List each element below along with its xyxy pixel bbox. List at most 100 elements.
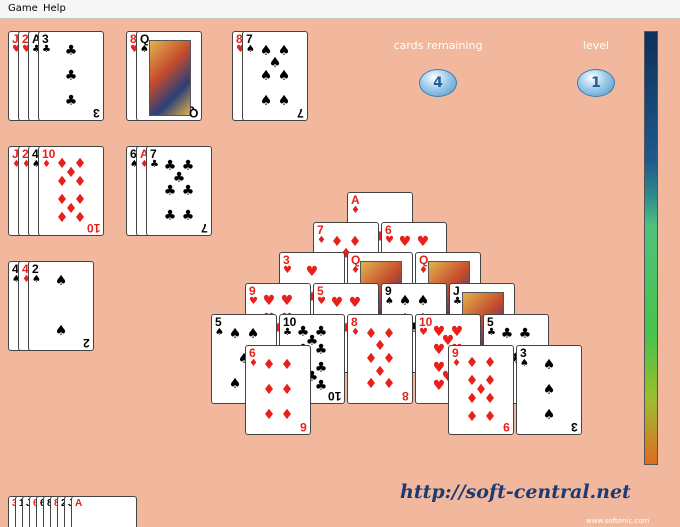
suit-pip: ♣ (314, 378, 328, 395)
suit-pip: ♣ (500, 325, 514, 342)
card-rank-corner: 3 (571, 420, 578, 434)
card-suit: ♦ (351, 205, 360, 216)
card-suit: ♠ (520, 358, 529, 369)
suit-pip: ♣ (314, 341, 328, 358)
level-label: level (582, 39, 610, 52)
card-pips: ♦ ♦ ♦ ♦ ♦ ♦ ♦ ♦ (362, 323, 398, 395)
card-rank-corner: 7 (201, 221, 208, 235)
menu-bar: Game Help (0, 0, 680, 19)
stack-top-card[interactable]: 7 ♠ ♠ ♠ ♠ ♠ ♠ ♠ ♠ 7 (242, 31, 308, 121)
card-pips: ♠ ♠ ♠ (531, 354, 567, 426)
card-rank-corner: 7 (297, 106, 304, 120)
card-rank-corner: 10 (327, 389, 341, 403)
card-suit: ♦ (42, 159, 51, 170)
stack-top-card[interactable]: 10 ♦ ♦ ♦ ♦ ♦ ♦ ♦ ♦ ♦ ♦ ♦ 10 (38, 146, 104, 236)
suit-pip: ♣ (64, 93, 78, 110)
stack-top-card[interactable]: Q ♠ Q (136, 31, 202, 121)
card-pips: ♦ ♦ ♦ ♦ ♦ ♦ ♦ ♦ ♦ ♦ (53, 155, 89, 227)
suit-pip: ♥ (416, 233, 430, 250)
card-suit: ♣ (487, 327, 496, 338)
card-pips: ♣ ♣ ♣ ♣ ♣ ♣ ♣ (161, 155, 197, 227)
cards-remaining-counter: 4 (419, 69, 457, 97)
card-suit: ♦ (249, 358, 258, 369)
suit-pip: ♦ (465, 391, 479, 408)
time-meter (644, 31, 658, 465)
card-rank-corner: 9 (503, 420, 510, 434)
suit-pip: ♦ (465, 354, 479, 371)
suit-pip: ♦ (262, 356, 276, 373)
card-suit: ♠ (246, 44, 255, 55)
card-rank: A (75, 498, 83, 509)
suit-pip: ♦ (483, 354, 497, 371)
suit-pip: ♣ (181, 183, 195, 199)
suit-pip: ♦ (73, 210, 87, 227)
suit-pip: ♠ (246, 325, 260, 342)
pyramid-card[interactable]: 6 ♦ ♦ ♦ ♦ ♦ ♦ ♦ 6 (245, 345, 311, 435)
card-suit: ♦ (317, 235, 326, 246)
card-suit: ♣ (150, 159, 159, 170)
card-pips: ♣ ♣ ♣ (53, 40, 89, 112)
suit-pip: ♠ (277, 93, 291, 110)
suit-pip: ♥ (348, 294, 362, 311)
suit-pip: ♦ (280, 382, 294, 398)
suit-pip: ♣ (163, 183, 177, 199)
suit-pip: ♠ (228, 376, 242, 393)
suit-pip: ♠ (542, 407, 556, 424)
suit-pip: ♥ (262, 292, 276, 309)
suit-pip: ♥ (432, 378, 446, 395)
card-rank-corner: Q (188, 106, 198, 120)
suit-pip: ♦ (382, 376, 396, 393)
card-suit: ♠ (385, 296, 394, 307)
stack-top-card[interactable]: 2 ♠ ♠ ♠ 2 (28, 261, 94, 351)
suit-pip: ♠ (398, 292, 412, 309)
website-url[interactable]: http://soft-central.net (400, 481, 631, 503)
suit-pip: ♦ (483, 391, 497, 408)
suit-pip: ♥ (330, 294, 344, 311)
level-counter: 1 (577, 69, 615, 97)
card-pips: ♠ ♠ ♠ ♠ ♠ ♠ ♠ (257, 40, 293, 112)
stack-top-card[interactable]: 7 ♣ ♣ ♣ ♣ ♣ ♣ ♣ ♣ 7 (146, 146, 212, 236)
suit-pip: ♠ (54, 272, 68, 289)
suit-pip: ♠ (277, 68, 291, 84)
suit-pip: ♣ (64, 68, 78, 84)
suit-pip: ♦ (262, 382, 276, 398)
card-suit: ♦ (419, 265, 428, 276)
card-rank-corner: 2 (83, 336, 90, 350)
suit-pip: ♦ (280, 407, 294, 424)
suit-pip: ♦ (73, 173, 87, 190)
card-suit: ♠ (32, 274, 41, 285)
suit-pip: ♣ (64, 42, 78, 59)
card-suit: ♦ (351, 327, 360, 338)
card-pips: ♦ ♦ ♦ ♦ ♦ ♦ (260, 354, 296, 426)
card-suit: ♣ (283, 327, 292, 338)
menu-game[interactable]: Game (8, 3, 38, 14)
suit-pip: ♥ (398, 233, 412, 250)
suit-pip: ♥ (280, 292, 294, 309)
card-rank-corner: 8 (402, 389, 409, 403)
card-rank-corner: 6 (300, 420, 307, 434)
card-suit: ♥ (419, 327, 428, 338)
suit-pip: ♦ (280, 356, 294, 373)
suit-pip: ♠ (259, 93, 273, 110)
suit-pip: ♣ (163, 208, 177, 225)
suit-pip: ♥ (305, 263, 319, 280)
suit-pip: ♦ (483, 409, 497, 426)
pyramid-card[interactable]: 9 ♦ ♦ ♦ ♦ ♦ ♦ ♦ ♦ ♦ ♦ 9 (448, 345, 514, 435)
card-suit: ♦ (452, 358, 461, 369)
pyramid-card[interactable]: 8 ♦ ♦ ♦ ♦ ♦ ♦ ♦ ♦ ♦ 8 (347, 314, 413, 404)
pyramid-card[interactable]: 3 ♠ ♠ ♠ ♠ 3 (516, 345, 582, 435)
suit-pip: ♠ (54, 323, 68, 340)
suit-pip: ♦ (364, 376, 378, 393)
card-suit: ♥ (249, 296, 258, 307)
card-rank-corner: 3 (93, 106, 100, 120)
suit-pip: ♣ (518, 325, 532, 342)
menu-help[interactable]: Help (43, 3, 66, 14)
deck-card[interactable]: A (71, 496, 137, 527)
suit-pip: ♠ (228, 325, 242, 342)
stack-top-card[interactable]: 3 ♣ ♣ ♣ ♣ 3 (38, 31, 104, 121)
card-pips: ♦ ♦ ♦ ♦ ♦ ♦ ♦ ♦ ♦ (463, 354, 499, 426)
suit-pip: ♦ (55, 173, 69, 190)
suit-pip: ♠ (416, 292, 430, 309)
cards-remaining-label: cards remaining (393, 39, 483, 52)
suit-pip: ♦ (262, 407, 276, 424)
